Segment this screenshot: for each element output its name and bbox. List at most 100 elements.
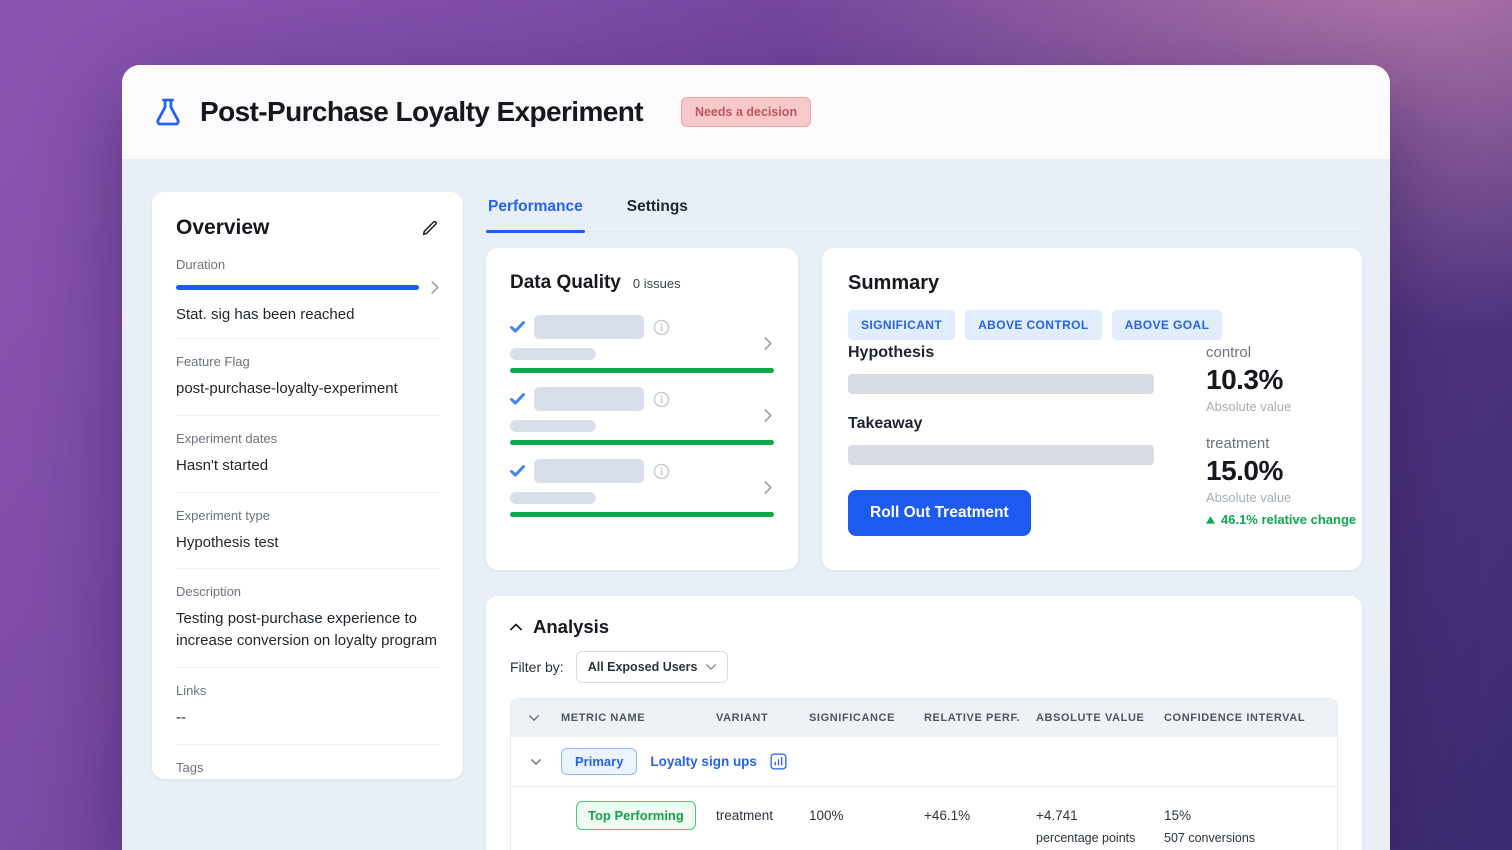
field-value: post-purchase-loyalty-experiment — [176, 378, 439, 400]
page-title: Post-Purchase Loyalty Experiment — [200, 96, 643, 128]
quality-progress-bar — [510, 512, 774, 517]
relative-perf-cell: +46.1% — [924, 801, 1036, 823]
dropdown-value: All Exposed Users — [588, 660, 698, 674]
confidence-cell: 15% — [1164, 801, 1337, 823]
above-goal-badge: ABOVE GOAL — [1112, 310, 1223, 340]
flask-icon — [152, 96, 184, 128]
variant-cell: treatment — [716, 801, 809, 823]
duration-progress-bar — [176, 285, 419, 290]
significance-cell: 100% — [809, 801, 924, 823]
above-control-badge: ABOVE CONTROL — [965, 310, 1102, 340]
col-significance: SIGNIFICANCE — [809, 712, 924, 724]
analysis-title: Analysis — [533, 616, 609, 638]
edit-icon[interactable] — [421, 219, 439, 237]
skeleton-bar — [534, 315, 644, 339]
field-experiment-dates: Experiment dates Hasn't started — [176, 431, 439, 477]
chevron-down-icon[interactable] — [529, 715, 539, 721]
absolute-value-units: percentage points — [1036, 831, 1164, 845]
chevron-right-icon — [764, 409, 772, 422]
divider — [176, 492, 439, 493]
field-label: Links — [176, 683, 439, 698]
col-relative-perf: RELATIVE PERF. — [924, 712, 1036, 724]
experiment-header: Post-Purchase Loyalty Experiment Needs a… — [122, 65, 1390, 160]
quality-progress-bar — [510, 440, 774, 445]
field-label: Tags — [176, 760, 439, 775]
field-feature-flag: Feature Flag post-purchase-loyalty-exper… — [176, 354, 439, 400]
divider — [176, 744, 439, 745]
info-icon — [653, 391, 670, 408]
metric-name-link[interactable]: Loyalty sign ups — [650, 754, 757, 769]
analysis-card: Analysis Filter by: All Exposed Users ME… — [486, 596, 1362, 850]
check-icon — [510, 393, 525, 405]
tab-settings[interactable]: Settings — [625, 198, 690, 231]
chevron-down-icon[interactable] — [531, 759, 541, 765]
overview-card: Overview Duration Stat. sig has been rea… — [152, 192, 463, 779]
info-icon — [653, 319, 670, 336]
field-value: Testing post-purchase experience to incr… — [176, 608, 439, 652]
col-confidence-interval: CONFIDENCE INTERVAL — [1164, 712, 1337, 724]
treatment-value: 15.0% — [1206, 455, 1356, 487]
data-quality-check-row[interactable] — [510, 459, 774, 531]
skeleton-bar — [534, 387, 644, 411]
field-label: Experiment type — [176, 508, 439, 523]
skeleton-bar — [534, 459, 644, 483]
divider — [176, 568, 439, 569]
divider — [176, 415, 439, 416]
roll-out-treatment-button[interactable]: Roll Out Treatment — [848, 490, 1031, 536]
data-quality-card: Data Quality 0 issues — [486, 248, 798, 570]
control-value: 10.3% — [1206, 364, 1356, 396]
field-links: Links -- — [176, 683, 439, 729]
check-icon — [510, 465, 525, 477]
chevron-down-icon — [706, 664, 716, 670]
analysis-table: METRIC NAME VARIANT SIGNIFICANCE RELATIV… — [510, 698, 1338, 850]
col-metric-name: METRIC NAME — [561, 712, 716, 724]
chevron-right-icon — [764, 481, 772, 494]
divider — [176, 338, 439, 339]
skeleton-bar — [510, 492, 596, 504]
bar-chart-icon[interactable] — [770, 753, 787, 770]
filter-by-label: Filter by: — [510, 659, 564, 675]
summary-title: Summary — [848, 272, 1336, 295]
skeleton-bar — [848, 374, 1154, 394]
field-label: Experiment dates — [176, 431, 439, 446]
treatment-caption: Absolute value — [1206, 490, 1356, 505]
app-window: Post-Purchase Loyalty Experiment Needs a… — [122, 65, 1390, 850]
skeleton-bar — [510, 420, 596, 432]
control-caption: Absolute value — [1206, 399, 1356, 414]
absolute-value-cell: +4.741 — [1036, 801, 1164, 823]
skeleton-bar — [510, 348, 596, 360]
primary-badge[interactable]: Primary — [561, 748, 637, 775]
treatment-label: treatment — [1206, 435, 1356, 452]
chevron-right-icon — [431, 281, 439, 294]
significant-badge: SIGNIFICANT — [848, 310, 955, 340]
exposed-users-dropdown[interactable]: All Exposed Users — [576, 651, 729, 683]
table-row[interactable]: Top Performing treatment 100% +46.1% +4.… — [511, 787, 1337, 850]
field-description: Description Testing post-purchase experi… — [176, 584, 439, 652]
quality-progress-bar — [510, 368, 774, 373]
field-label: Feature Flag — [176, 354, 439, 369]
field-value: -- — [176, 707, 439, 729]
control-label: control — [1206, 344, 1356, 361]
col-absolute-value: ABSOLUTE VALUE — [1036, 712, 1164, 724]
overview-title: Overview — [176, 216, 269, 240]
data-quality-check-row[interactable] — [510, 387, 774, 459]
divider — [176, 667, 439, 668]
tab-performance[interactable]: Performance — [486, 198, 585, 231]
relative-change-text: 46.1% relative change — [1221, 512, 1356, 527]
takeaway-label: Takeaway — [848, 415, 1154, 433]
field-value: Hypothesis test — [176, 532, 439, 554]
duration-status: Stat. sig has been reached — [176, 306, 439, 323]
data-quality-check-row[interactable] — [510, 315, 774, 387]
hypothesis-label: Hypothesis — [848, 344, 1154, 362]
chevron-up-icon[interactable] — [510, 623, 522, 631]
field-experiment-type: Experiment type Hypothesis test — [176, 508, 439, 554]
treatment-stat: treatment 15.0% Absolute value 46.1% rel… — [1206, 435, 1356, 527]
top-performing-badge: Top Performing — [576, 801, 696, 830]
info-icon — [653, 463, 670, 480]
data-quality-title: Data Quality — [510, 272, 621, 294]
field-value: Hasn't started — [176, 455, 439, 477]
field-tags: Tags Hypothesis test Growth Loyalty — [176, 760, 439, 780]
check-icon — [510, 321, 525, 333]
duration-section[interactable]: Duration Stat. sig has been reached — [176, 257, 439, 323]
metric-group-row[interactable]: Primary Loyalty sign ups — [511, 737, 1337, 787]
